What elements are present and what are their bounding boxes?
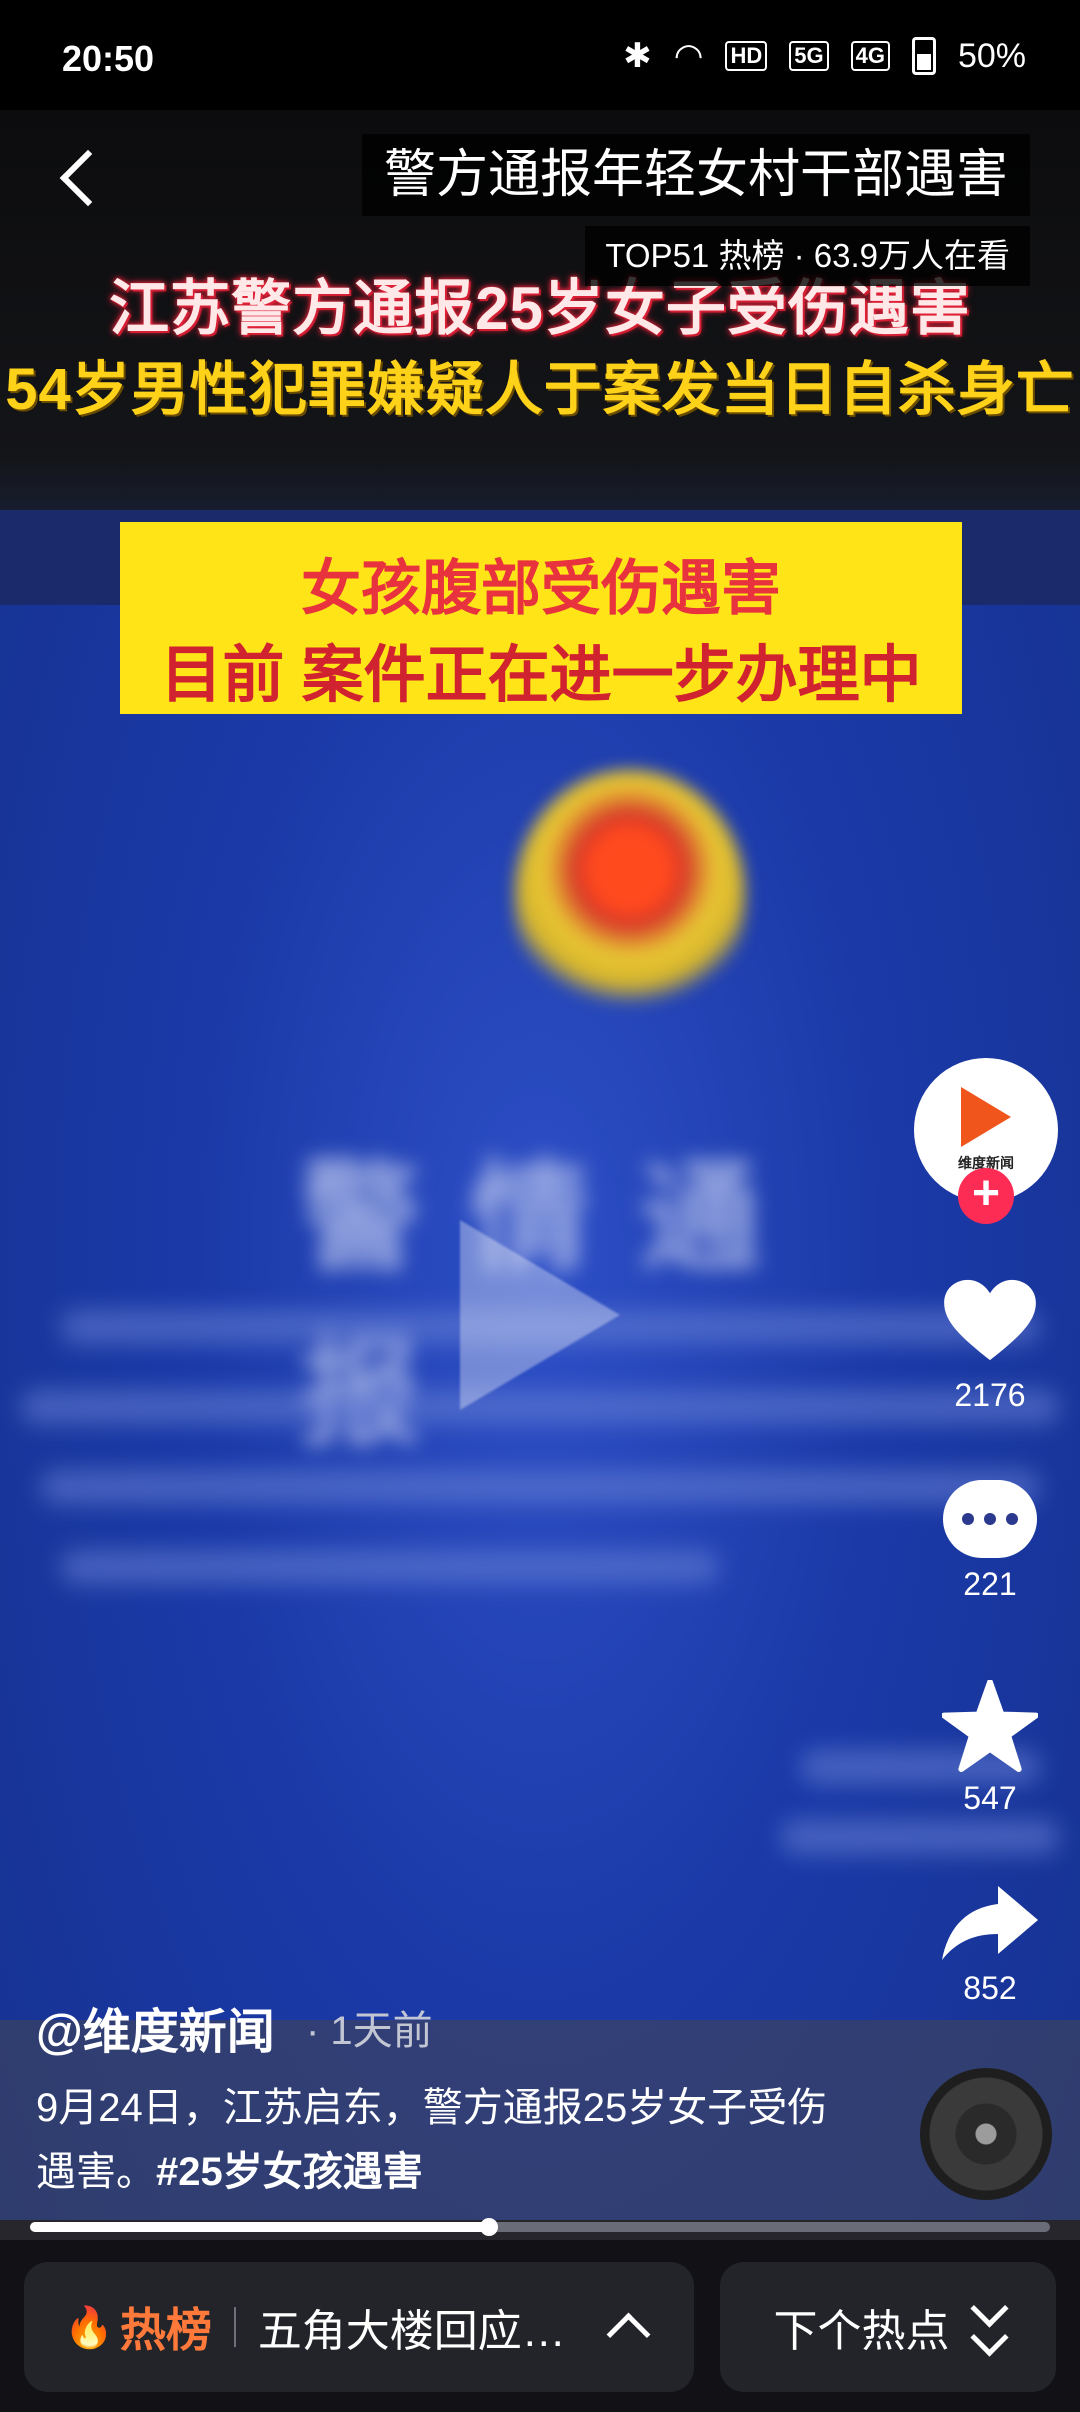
comment-button[interactable]: 221	[914, 1480, 1066, 1603]
bluetooth-icon: ✱	[623, 37, 652, 75]
like-button[interactable]: 2176	[914, 1278, 1066, 1414]
play-icon[interactable]	[460, 1220, 620, 1410]
battery-icon	[911, 37, 936, 75]
police-emblem	[515, 770, 745, 1020]
hot-topic-text: 五角大楼回应…	[257, 2307, 566, 2356]
hd-icon: HD	[725, 41, 768, 71]
comment-count: 221	[963, 1566, 1017, 1602]
star-icon	[942, 1680, 1038, 1772]
video-progress-fill	[30, 2222, 489, 2232]
description-text: 9月24日，江苏启东，警方通报25岁女子受伤遇害。	[36, 2086, 828, 2194]
follow-button[interactable]: +	[958, 1168, 1014, 1224]
status-icons: ✱ ◠ HD 5G 4G 50%	[623, 36, 1026, 76]
comment-icon	[943, 1480, 1037, 1558]
favorite-button[interactable]: 547	[914, 1680, 1066, 1817]
hot-list-label: 热榜	[119, 2304, 212, 2356]
chevron-up-icon[interactable]	[606, 2312, 651, 2356]
hot-rank-badge[interactable]: TOP51 热榜 · 63.9万人在看	[585, 226, 1030, 286]
video-caption-box: 女孩腹部受伤遇害 目前 案件正在进一步办理中	[120, 522, 962, 714]
double-chevron-down-icon	[969, 2289, 1009, 2357]
signal-5g-icon: 5G	[789, 41, 829, 71]
share-count: 852	[963, 1970, 1017, 2006]
caption-box-line1: 女孩腹部受伤遇害	[301, 555, 781, 622]
favorite-count: 547	[963, 1780, 1017, 1816]
battery-percent: 50%	[957, 36, 1026, 75]
video-progress-bar[interactable]	[30, 2218, 1050, 2236]
signal-4g-icon: 4G	[850, 41, 890, 71]
next-hot-label: 下个热点	[773, 2307, 950, 2356]
hashtag-link[interactable]: #25岁女孩遇害	[156, 2150, 423, 2194]
flame-icon: 🔥	[64, 2305, 114, 2350]
like-count: 2176	[954, 1377, 1026, 1413]
caption-box-line2: 目前 案件正在进一步办理中	[160, 641, 922, 710]
author-avatar[interactable]: 维度新闻 +	[914, 1058, 1058, 1224]
share-button[interactable]: 852	[914, 1882, 1066, 2007]
divider	[233, 2307, 236, 2347]
back-icon[interactable]	[50, 140, 110, 220]
share-icon	[942, 1886, 1038, 1960]
post-description[interactable]: 9月24日，江苏启东，警方通报25岁女子受伤遇害。#25岁女孩遇害	[36, 2076, 836, 2204]
blurred-notice-title: 警情通报	[300, 1151, 810, 1459]
video-headline-line2: 54岁男性犯罪嫌疑人于案发当日自杀身亡	[5, 357, 1075, 422]
author-name[interactable]: @维度新闻	[36, 1992, 275, 2062]
blurred-text-line	[60, 1550, 720, 1584]
status-time: 20:50	[62, 38, 155, 79]
video-progress-knob[interactable]	[480, 2218, 498, 2236]
music-disc-icon[interactable]	[920, 2068, 1052, 2200]
heart-icon	[944, 1279, 1036, 1361]
wifi-icon: ◠	[673, 37, 704, 75]
blurred-text-line	[780, 1820, 1060, 1854]
hot-list-pill[interactable]: 🔥 热榜 五角大楼回应…	[24, 2262, 694, 2392]
brand-logo-icon	[961, 1087, 1011, 1147]
bottom-bar: 🔥 热榜 五角大楼回应… 下个热点	[0, 2240, 1080, 2412]
post-time: · 1天前	[306, 2009, 433, 2053]
status-bar: 20:50 ✱ ◠ HD 5G 4G 50%	[0, 0, 1080, 120]
next-hot-button[interactable]: 下个热点	[720, 2262, 1056, 2392]
topic-title[interactable]: 警方通报年轻女村干部遇害	[361, 134, 1030, 216]
blurred-text-line	[40, 1470, 1040, 1504]
